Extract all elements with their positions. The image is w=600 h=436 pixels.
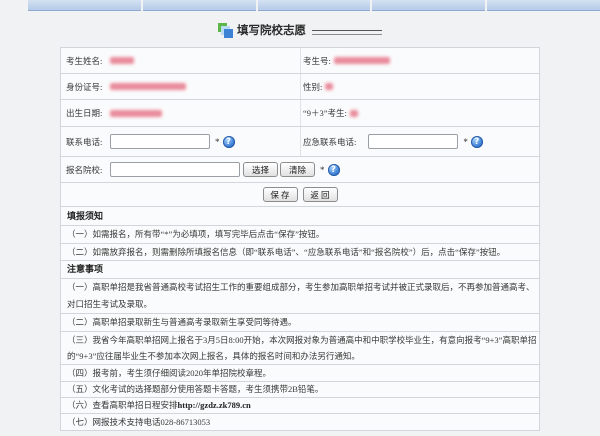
nav-tab[interactable]	[487, 0, 600, 11]
form-row-name: 考生姓名: 考生号:	[61, 48, 539, 74]
school-input[interactable]	[110, 162, 240, 177]
emergency-phone-cell: 应急联系电话: * ?	[300, 127, 539, 156]
page-title: 填写院校志愿	[237, 23, 306, 37]
notes-title: 注意事项	[61, 261, 539, 279]
note-item: （一）高职单招是我省普通高校考试招生工作的重要组成部分，考生参加高职单招考试并被…	[61, 279, 539, 314]
form-row-id: 身份证号: 性别:	[61, 74, 539, 100]
top-nav-bar	[28, 0, 600, 11]
nine-plus-three-value	[349, 109, 358, 117]
id-no-value	[110, 83, 186, 90]
form-panel: 考生姓名: 考生号: 身份证号: 性别: 出生日期: “9＋3”考生: 联系电话…	[60, 47, 540, 431]
exam-no-label: 考生号:	[303, 55, 331, 66]
help-icon[interactable]: ?	[327, 163, 340, 176]
nine-plus-three-cell: “9＋3”考生:	[300, 100, 539, 126]
nav-tab[interactable]	[142, 0, 256, 11]
form-row-birth: 出生日期: “9＋3”考生:	[61, 100, 539, 127]
emergency-phone-input[interactable]	[368, 134, 459, 149]
help-icon[interactable]: ?	[470, 135, 483, 148]
id-no-label: 身份证号:	[66, 81, 103, 92]
note-item: （五）文化考试的选择题部分使用答题卡答题，考生须携带2B铅笔。	[61, 382, 539, 398]
exam-no-cell: 考生号:	[300, 48, 539, 73]
id-no-cell: 身份证号:	[61, 74, 300, 99]
school-cell: 报名院校: 选择 清除 * ?	[61, 157, 539, 182]
gender-cell: 性别:	[300, 74, 539, 99]
note-item-text: （六）查看高职单招日程安排	[67, 400, 178, 410]
name-value	[110, 57, 134, 64]
note-item: （七）网报技术支持电话028-86713053	[61, 414, 539, 431]
emergency-phone-label: 应急联系电话:	[303, 136, 357, 147]
note-item: （四）报考前，考生须仔细阅读2020年单招院校章程。	[61, 365, 539, 382]
title-underline	[312, 30, 382, 35]
form-row-school: 报名院校: 选择 清除 * ?	[61, 157, 539, 183]
nav-tab[interactable]	[372, 0, 486, 11]
note-item: （二）高职单招录取新生与普通高考录取新生享受同等待遇。	[61, 314, 539, 332]
schedule-link[interactable]: http://gzdz.zk789.cn	[178, 400, 251, 410]
phone-input[interactable]	[110, 134, 210, 149]
phone-cell: 联系电话: * ?	[61, 127, 300, 156]
birth-date-label: 出生日期:	[66, 108, 103, 118]
school-label: 报名院校:	[66, 164, 103, 175]
birth-date-value	[110, 109, 162, 117]
instruction-item: （二）如需放弃报名，则需删除所填报名信息（即“联系电话”、“应急联系电话”和“报…	[61, 244, 539, 261]
name-cell: 考生姓名:	[61, 48, 300, 73]
form-row-actions: 保 存 返 回	[61, 183, 539, 207]
required-mark: *	[463, 136, 468, 147]
form-icon	[218, 22, 233, 38]
save-button[interactable]: 保 存	[262, 187, 298, 202]
nine-plus-three-label: “9＋3”考生:	[303, 108, 347, 118]
name-label: 考生姓名:	[66, 55, 103, 66]
gender-label: 性别:	[303, 81, 323, 92]
nav-tab[interactable]	[257, 0, 371, 11]
gender-value	[325, 83, 334, 90]
instructions-title: 填报须知	[61, 207, 539, 226]
form-row-phone: 联系电话: * ? 应急联系电话: * ?	[61, 127, 539, 157]
note-item: （三）我省今年高职单招网上报名于3月5日8:00开始，本次网报对象为普通高中和中…	[61, 332, 539, 365]
required-mark: *	[215, 136, 220, 147]
clear-school-button[interactable]: 清除	[280, 162, 315, 177]
birth-date-cell: 出生日期:	[61, 100, 300, 126]
back-button[interactable]: 返 回	[302, 187, 338, 202]
exam-no-value	[333, 57, 390, 64]
nav-tab[interactable]	[28, 0, 141, 11]
select-school-button[interactable]: 选择	[243, 162, 278, 177]
phone-label: 联系电话:	[66, 136, 103, 147]
note-item-schedule: （六）查看高职单招日程安排http://gzdz.zk789.cn	[61, 398, 539, 414]
actions-cell: 保 存 返 回	[61, 183, 539, 206]
required-mark: *	[320, 164, 325, 175]
help-icon[interactable]: ?	[222, 135, 235, 148]
page-header: 填写院校志愿	[0, 21, 600, 39]
instruction-item: （一）如需报名，所有带“*”为必填项，填写完毕后点击“保存”按钮。	[61, 226, 539, 244]
